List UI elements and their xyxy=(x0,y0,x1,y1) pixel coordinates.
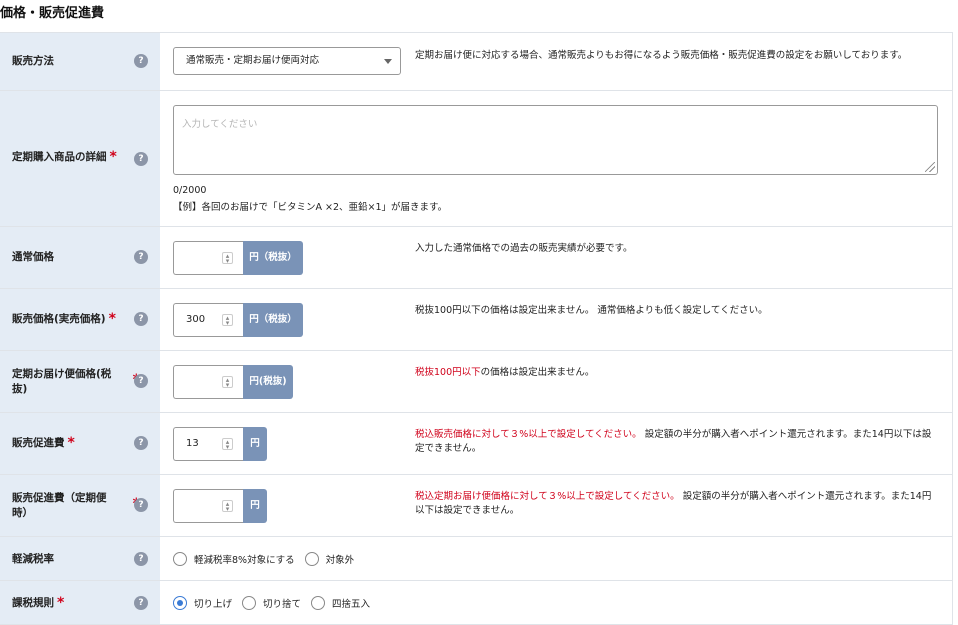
tax-rounding-radio-group: 切り上げ 切り捨て 四捨五入 xyxy=(173,596,380,610)
sales-method-select[interactable]: 通常販売・定期お届け便両対応 xyxy=(173,47,401,75)
subscription-price-input[interactable]: ▴ ▾ xyxy=(173,365,243,399)
note-text: の価格は設定出来ません。 xyxy=(480,367,595,378)
stepper-icon[interactable]: ▴ ▾ xyxy=(222,500,233,513)
unit-label: 円 xyxy=(243,489,267,523)
regular-price-note: 入力した通常価格での過去の販売実績が必要です。 xyxy=(415,243,633,254)
textarea-placeholder: 入力してください xyxy=(182,119,258,130)
radio-round-down[interactable] xyxy=(242,596,257,610)
unit-label: 円（税抜） xyxy=(243,303,303,337)
radio-reduced-tax-8[interactable] xyxy=(173,552,187,566)
row-sales-method: 販売方法 ? 通常販売・定期お届け便両対応 定期お届け便に対応する場合、通常販売… xyxy=(0,33,953,91)
row-reduced-tax: 軽減税率 ? 軽減税率8%対象にする 対象外 xyxy=(0,537,953,581)
radio-label[interactable]: 切り捨て xyxy=(263,596,301,610)
unit-label: 円（税抜） xyxy=(243,241,303,275)
row-promo-fee: 販売促進費 * ? 13 ▴ ▾ 円 税込販売価格に対して３%以上で設定してください。… xyxy=(0,413,953,475)
row-regular-price: 通常価格 ? ▴ ▾ 円（税抜） 入力した通常価格での過去の販売実績が必要です。 xyxy=(0,227,953,289)
content-cell: ▴ ▾ 円(税抜) 税抜100円以下の価格は設定出来ません。 xyxy=(0,351,952,412)
content-cell: 軽減税率8%対象にする 対象外 xyxy=(0,537,952,580)
note-warning: 税込販売価格に対して３%以上で設定してください。 xyxy=(415,429,642,440)
row-tax-rounding: 課税規則 * ? 切り上げ 切り捨て 四捨五入 xyxy=(0,581,953,625)
unit-label: 円(税抜) xyxy=(243,365,293,399)
example-text: 【例】各回のお届けで「ビタミンA ×2、亜鉛×1」が届きます。 xyxy=(173,202,448,213)
note-warning: 税抜100円以下 xyxy=(415,367,481,378)
subscription-price-note: 税抜100円以下の価格は設定出来ません。 xyxy=(415,366,940,380)
stepper-icon[interactable]: ▴ ▾ xyxy=(222,376,233,389)
promo-fee-input[interactable]: 13 ▴ ▾ xyxy=(173,427,243,461)
row-sale-price: 販売価格(実売価格) * ? 300 ▴ ▾ 円（税抜） 税抜100円以下の価格は設定… xyxy=(0,289,953,351)
stepper-icon[interactable]: ▴ ▾ xyxy=(222,438,233,451)
stepper-icon[interactable]: ▴ ▾ xyxy=(222,252,233,265)
content-cell: 切り上げ 切り捨て 四捨五入 xyxy=(0,581,952,624)
char-counter: 0/2000 xyxy=(173,185,207,196)
stepper-icon[interactable]: ▴ ▾ xyxy=(222,314,233,327)
content-cell: ▴ ▾ 円 税込定期お届け便価格に対して３%以上で設定してください。 設定額の半分… xyxy=(0,475,952,536)
sale-price-value: 300 xyxy=(186,314,206,325)
sale-price-input[interactable]: 300 ▴ ▾ xyxy=(173,303,243,337)
row-subscription-price: 定期お届け便価格(税抜) * ? ▴▾ 円(税抜) 税抜100円以下の価格は設定… xyxy=(0,351,953,413)
promo-fee-note: 税込販売価格に対して３%以上で設定してください。 設定額の半分が購入者へポイント… xyxy=(415,428,940,456)
price-promotion-form: 販売方法 ? 通常販売・定期お届け便両対応 定期お届け便に対応する場合、通常販売… xyxy=(0,32,953,625)
radio-label[interactable]: 軽減税率8%対象にする xyxy=(194,552,295,566)
chevron-down-icon xyxy=(384,59,392,64)
section-title: 価格・販売促進費 xyxy=(0,6,105,21)
radio-round-up[interactable] xyxy=(173,596,187,610)
radio-label[interactable]: 対象外 xyxy=(326,552,355,566)
radio-round-half[interactable] xyxy=(311,596,326,610)
radio-not-applicable[interactable] xyxy=(304,552,319,566)
radio-label[interactable]: 四捨五入 xyxy=(332,596,370,610)
sales-method-select-value: 通常販売・定期お届け便両対応 xyxy=(186,55,320,66)
regular-price-input[interactable]: ▴ ▾ xyxy=(173,241,243,275)
promo-fee-sub-note: 税込定期お届け便価格に対して３%以上で設定してください。 設定額の半分が購入者へ… xyxy=(415,490,940,518)
radio-label[interactable]: 切り上げ xyxy=(194,596,232,610)
reduced-tax-radio-group: 軽減税率8%対象にする 対象外 xyxy=(173,552,364,566)
sales-method-note: 定期お届け便に対応する場合、通常販売よりもお得になるよう販売価格・販売促進費の設… xyxy=(415,50,908,61)
content-cell: 通常販売・定期お届け便両対応 定期お届け便に対応する場合、通常販売よりもお得にな… xyxy=(0,33,952,90)
promo-fee-value: 13 xyxy=(186,438,199,449)
subscription-detail-textarea[interactable]: 入力してください xyxy=(173,105,938,175)
content-cell: 300 ▴ ▾ 円（税抜） 税抜100円以下の価格は設定出来ません。 通常価格よりも… xyxy=(0,289,952,350)
unit-label: 円 xyxy=(243,427,267,461)
content-cell: 13 ▴ ▾ 円 税込販売価格に対して３%以上で設定してください。 設定額の半分が購… xyxy=(0,413,952,474)
resize-handle-icon[interactable] xyxy=(925,162,935,172)
row-promo-fee-subscription: 販売促進費（定期便時） * ? ▴▾ 円 税込定期お届け便価格に対して３%以上で… xyxy=(0,475,953,537)
row-subscription-detail: 定期購入商品の詳細 * ? 入力してください 0/2000 【例】各回のお届けで「… xyxy=(0,91,953,227)
sale-price-note: 税抜100円以下の価格は設定出来ません。 通常価格よりも低く設定してください。 xyxy=(415,305,768,316)
note-warning: 税込定期お届け便価格に対して３%以上で設定してください。 xyxy=(415,491,680,502)
content-cell: ▴ ▾ 円（税抜） 入力した通常価格での過去の販売実績が必要です。 xyxy=(0,227,952,288)
promo-fee-sub-input[interactable]: ▴ ▾ xyxy=(173,489,243,523)
content-cell: 入力してください 0/2000 【例】各回のお届けで「ビタミンA ×2、亜鉛×1… xyxy=(0,91,952,226)
